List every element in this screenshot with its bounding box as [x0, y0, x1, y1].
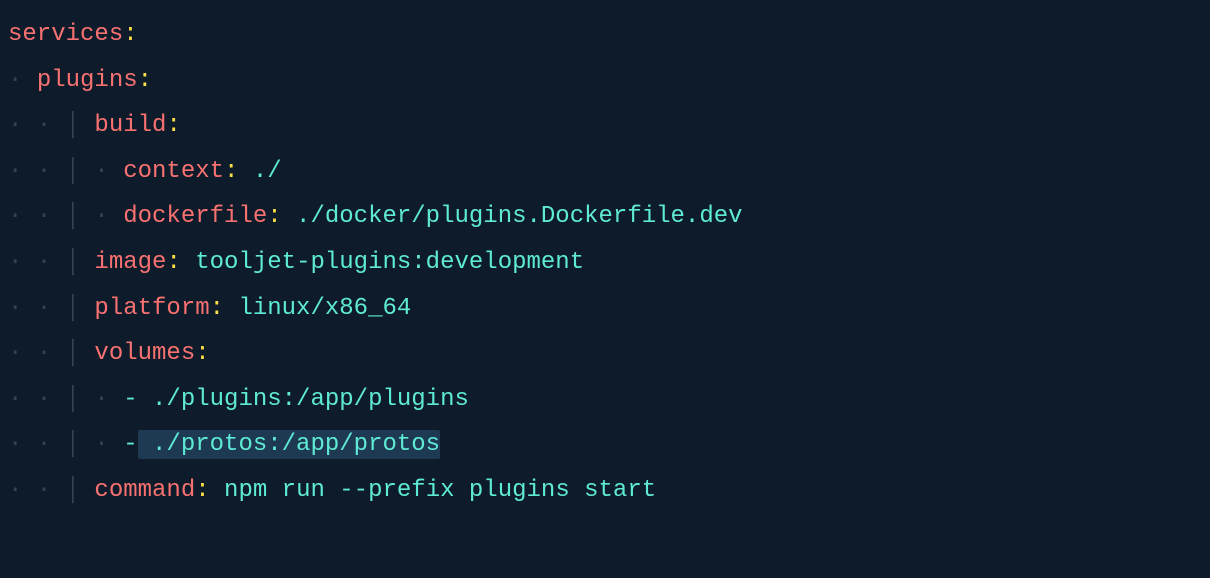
yaml-key: services [8, 21, 123, 48]
yaml-value: ./docker/plugins.Dockerfile.dev [282, 203, 743, 230]
yaml-key: plugins [37, 67, 138, 94]
indent-guide: · [8, 67, 37, 94]
yaml-colon: : [267, 203, 281, 230]
code-line-11: · · │ command: npm run --prefix plugins … [8, 468, 1202, 514]
indent-guide: · · │ [8, 295, 94, 322]
yaml-value: ./plugins:/app/plugins [138, 386, 469, 413]
yaml-value: tooljet-plugins:development [181, 249, 584, 276]
yaml-colon: : [195, 340, 209, 367]
code-line-3: · · │ build: [8, 103, 1202, 149]
yaml-key: build [94, 112, 166, 139]
yaml-dash: - [123, 431, 137, 458]
code-line-1: services: [8, 12, 1202, 58]
yaml-value-highlighted: ./protos:/app/protos [138, 430, 440, 459]
yaml-colon: : [195, 477, 209, 504]
yaml-colon: : [123, 21, 137, 48]
yaml-colon: : [166, 249, 180, 276]
yaml-value: linux/x86_64 [224, 295, 411, 322]
yaml-colon: : [138, 67, 152, 94]
indent-guide: · · │ · [8, 203, 123, 230]
indent-guide: · · │ [8, 340, 94, 367]
code-line-5: · · │ · dockerfile: ./docker/plugins.Doc… [8, 194, 1202, 240]
yaml-colon: : [210, 295, 224, 322]
yaml-colon: : [166, 112, 180, 139]
yaml-dash: - [123, 386, 137, 413]
code-line-6: · · │ image: tooljet-plugins:development [8, 240, 1202, 286]
yaml-key: image [94, 249, 166, 276]
indent-guide: · · │ [8, 112, 94, 139]
code-line-4: · · │ · context: ./ [8, 149, 1202, 195]
yaml-value: npm run --prefix plugins start [210, 477, 656, 504]
yaml-key: volumes [94, 340, 195, 367]
indent-guide: · · │ · [8, 386, 123, 413]
code-line-7: · · │ platform: linux/x86_64 [8, 286, 1202, 332]
yaml-key: context [123, 158, 224, 185]
yaml-key: platform [94, 295, 209, 322]
yaml-key: command [94, 477, 195, 504]
yaml-colon: : [224, 158, 238, 185]
code-line-2: · plugins: [8, 58, 1202, 104]
indent-guide: · · │ [8, 477, 94, 504]
code-editor: services: · plugins: · · │ build: · · │ … [8, 12, 1202, 514]
indent-guide: · · │ · [8, 431, 123, 458]
indent-guide: · · │ [8, 249, 94, 276]
indent-guide: · · │ · [8, 158, 123, 185]
yaml-key: dockerfile [123, 203, 267, 230]
yaml-value: ./ [238, 158, 281, 185]
code-line-8: · · │ volumes: [8, 331, 1202, 377]
code-line-10: · · │ · - ./protos:/app/protos [8, 422, 1202, 468]
code-line-9: · · │ · - ./plugins:/app/plugins [8, 377, 1202, 423]
